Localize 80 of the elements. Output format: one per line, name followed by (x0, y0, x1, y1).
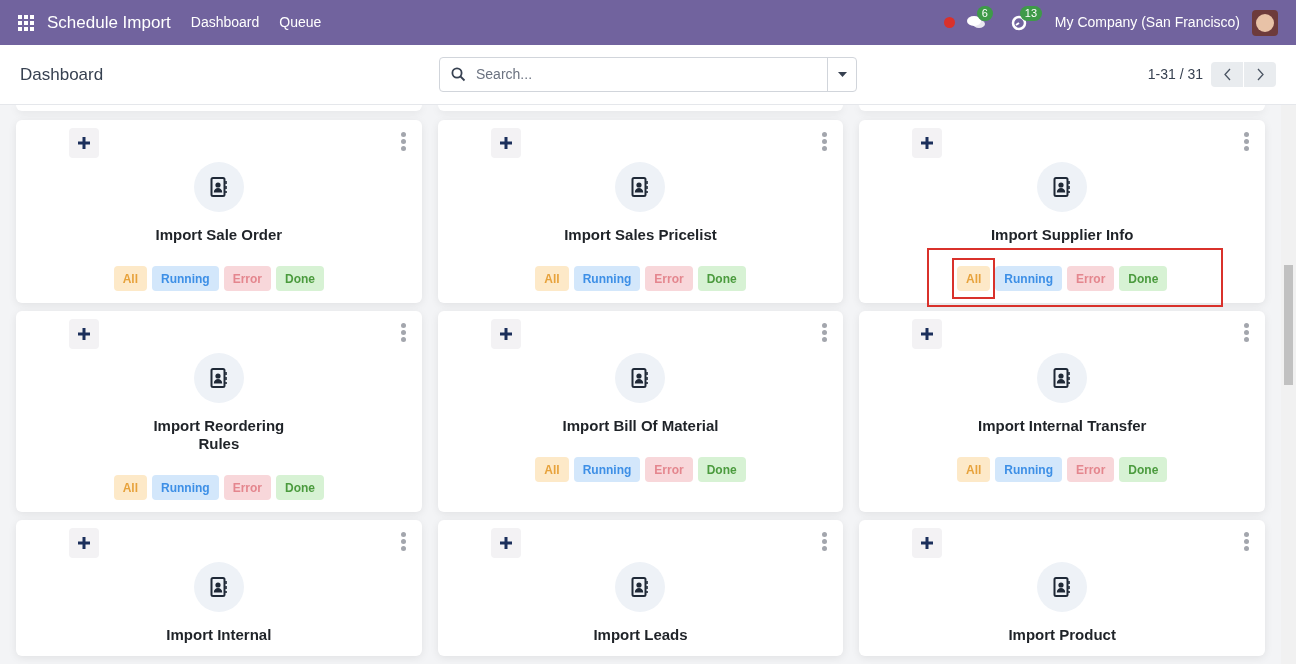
add-button[interactable] (490, 319, 521, 349)
status-filter-button[interactable]: Done (276, 266, 324, 291)
status-filter-button[interactable]: Done (1119, 457, 1168, 482)
add-button[interactable] (490, 128, 521, 158)
status-filter-button[interactable]: Running (152, 475, 219, 500)
add-button[interactable] (490, 528, 521, 558)
status-filter-button[interactable]: Done (697, 457, 746, 482)
status-filter-button[interactable]: All (535, 457, 569, 482)
contact-book-icon (631, 577, 650, 597)
plus-icon (78, 537, 90, 549)
status-filter-button[interactable]: All (535, 266, 569, 291)
card-title: Import Internal (166, 626, 272, 644)
add-button[interactable] (69, 128, 99, 158)
search-bar[interactable]: Search... (439, 57, 857, 92)
card-title: Import Leads (593, 626, 688, 644)
status-filter-button[interactable]: Done (1119, 266, 1168, 291)
contact-book-icon (1053, 177, 1072, 197)
plus-icon (78, 137, 90, 149)
status-filter-button[interactable]: Running (573, 457, 641, 482)
search-input[interactable]: Search... (476, 64, 827, 85)
plus-icon (921, 328, 934, 340)
contact-book-icon (209, 577, 228, 597)
add-button[interactable] (912, 319, 943, 349)
status-filter-button[interactable]: All (957, 457, 991, 482)
card-title: Import Supplier Info (990, 226, 1134, 244)
card-title: Import Sale Order (155, 226, 283, 244)
caret-icon[interactable] (837, 72, 847, 77)
status-filter-button[interactable]: Error (1067, 266, 1115, 291)
clock-icon[interactable] (1010, 14, 1027, 31)
contact-book-icon (631, 368, 650, 388)
next-page-button[interactable] (1244, 62, 1276, 87)
status-filter-button[interactable]: Running (573, 266, 641, 291)
plus-icon (78, 328, 90, 340)
status-filter-button[interactable]: Error (645, 457, 693, 482)
status-filter-button[interactable]: Done (697, 266, 746, 291)
count-badge: 13 (1019, 5, 1043, 21)
avatar[interactable] (1252, 9, 1278, 36)
nav-menu-link[interactable]: Queue (279, 12, 322, 33)
contact-book-icon (1053, 368, 1072, 388)
breadcrumb: Dashboard (20, 63, 105, 86)
card-title: Import Internal Transfer (977, 417, 1147, 435)
card-title: Import Reordering Rules (152, 417, 286, 453)
company-name[interactable]: My Company (San Francisco) (1054, 12, 1240, 33)
pager-value: 1-31 / 31 (1147, 65, 1203, 84)
status-filter-button[interactable]: All (957, 266, 991, 291)
status-filter-button[interactable]: All (113, 475, 147, 500)
nav-menu-link[interactable]: Dashboard (190, 12, 260, 33)
status-filter-button[interactable]: Error (1067, 457, 1115, 482)
chevron-right-icon (1256, 68, 1264, 81)
chat-icon[interactable] (966, 15, 985, 30)
plus-icon (499, 537, 512, 549)
previous-page-button[interactable] (1211, 62, 1243, 87)
card-title: Import Bill Of Material (562, 417, 719, 435)
add-button[interactable] (912, 528, 943, 558)
status-filter-button[interactable]: All (113, 266, 147, 291)
status-filter-button[interactable]: Done (276, 475, 324, 500)
count-badge: 6 (976, 6, 993, 21)
contact-book-icon (209, 368, 228, 388)
search-icon (451, 67, 466, 82)
add-button[interactable] (69, 528, 99, 558)
contact-book-icon (1053, 577, 1072, 597)
chevron-left-icon (1223, 68, 1231, 81)
plus-icon (499, 328, 512, 340)
status-filter-button[interactable]: Error (223, 475, 271, 500)
contact-book-icon (631, 177, 650, 197)
status-filter-button[interactable]: Running (995, 457, 1062, 482)
apps-grid-icon[interactable] (18, 14, 34, 31)
add-button[interactable] (912, 128, 943, 158)
status-filter-button[interactable]: Running (995, 266, 1062, 291)
add-button[interactable] (69, 319, 99, 349)
contact-book-icon (209, 177, 228, 197)
card-title: Import Sales Pricelist (564, 226, 717, 244)
status-filter-button[interactable]: Error (223, 266, 271, 291)
status-filter-button[interactable]: Error (645, 266, 693, 291)
status-filter-button[interactable]: Running (152, 266, 219, 291)
plus-icon (921, 537, 934, 549)
plus-icon (921, 137, 934, 149)
plus-icon (499, 137, 512, 149)
card-title: Import Product (1008, 626, 1116, 644)
app-title: Schedule Import (47, 11, 171, 34)
